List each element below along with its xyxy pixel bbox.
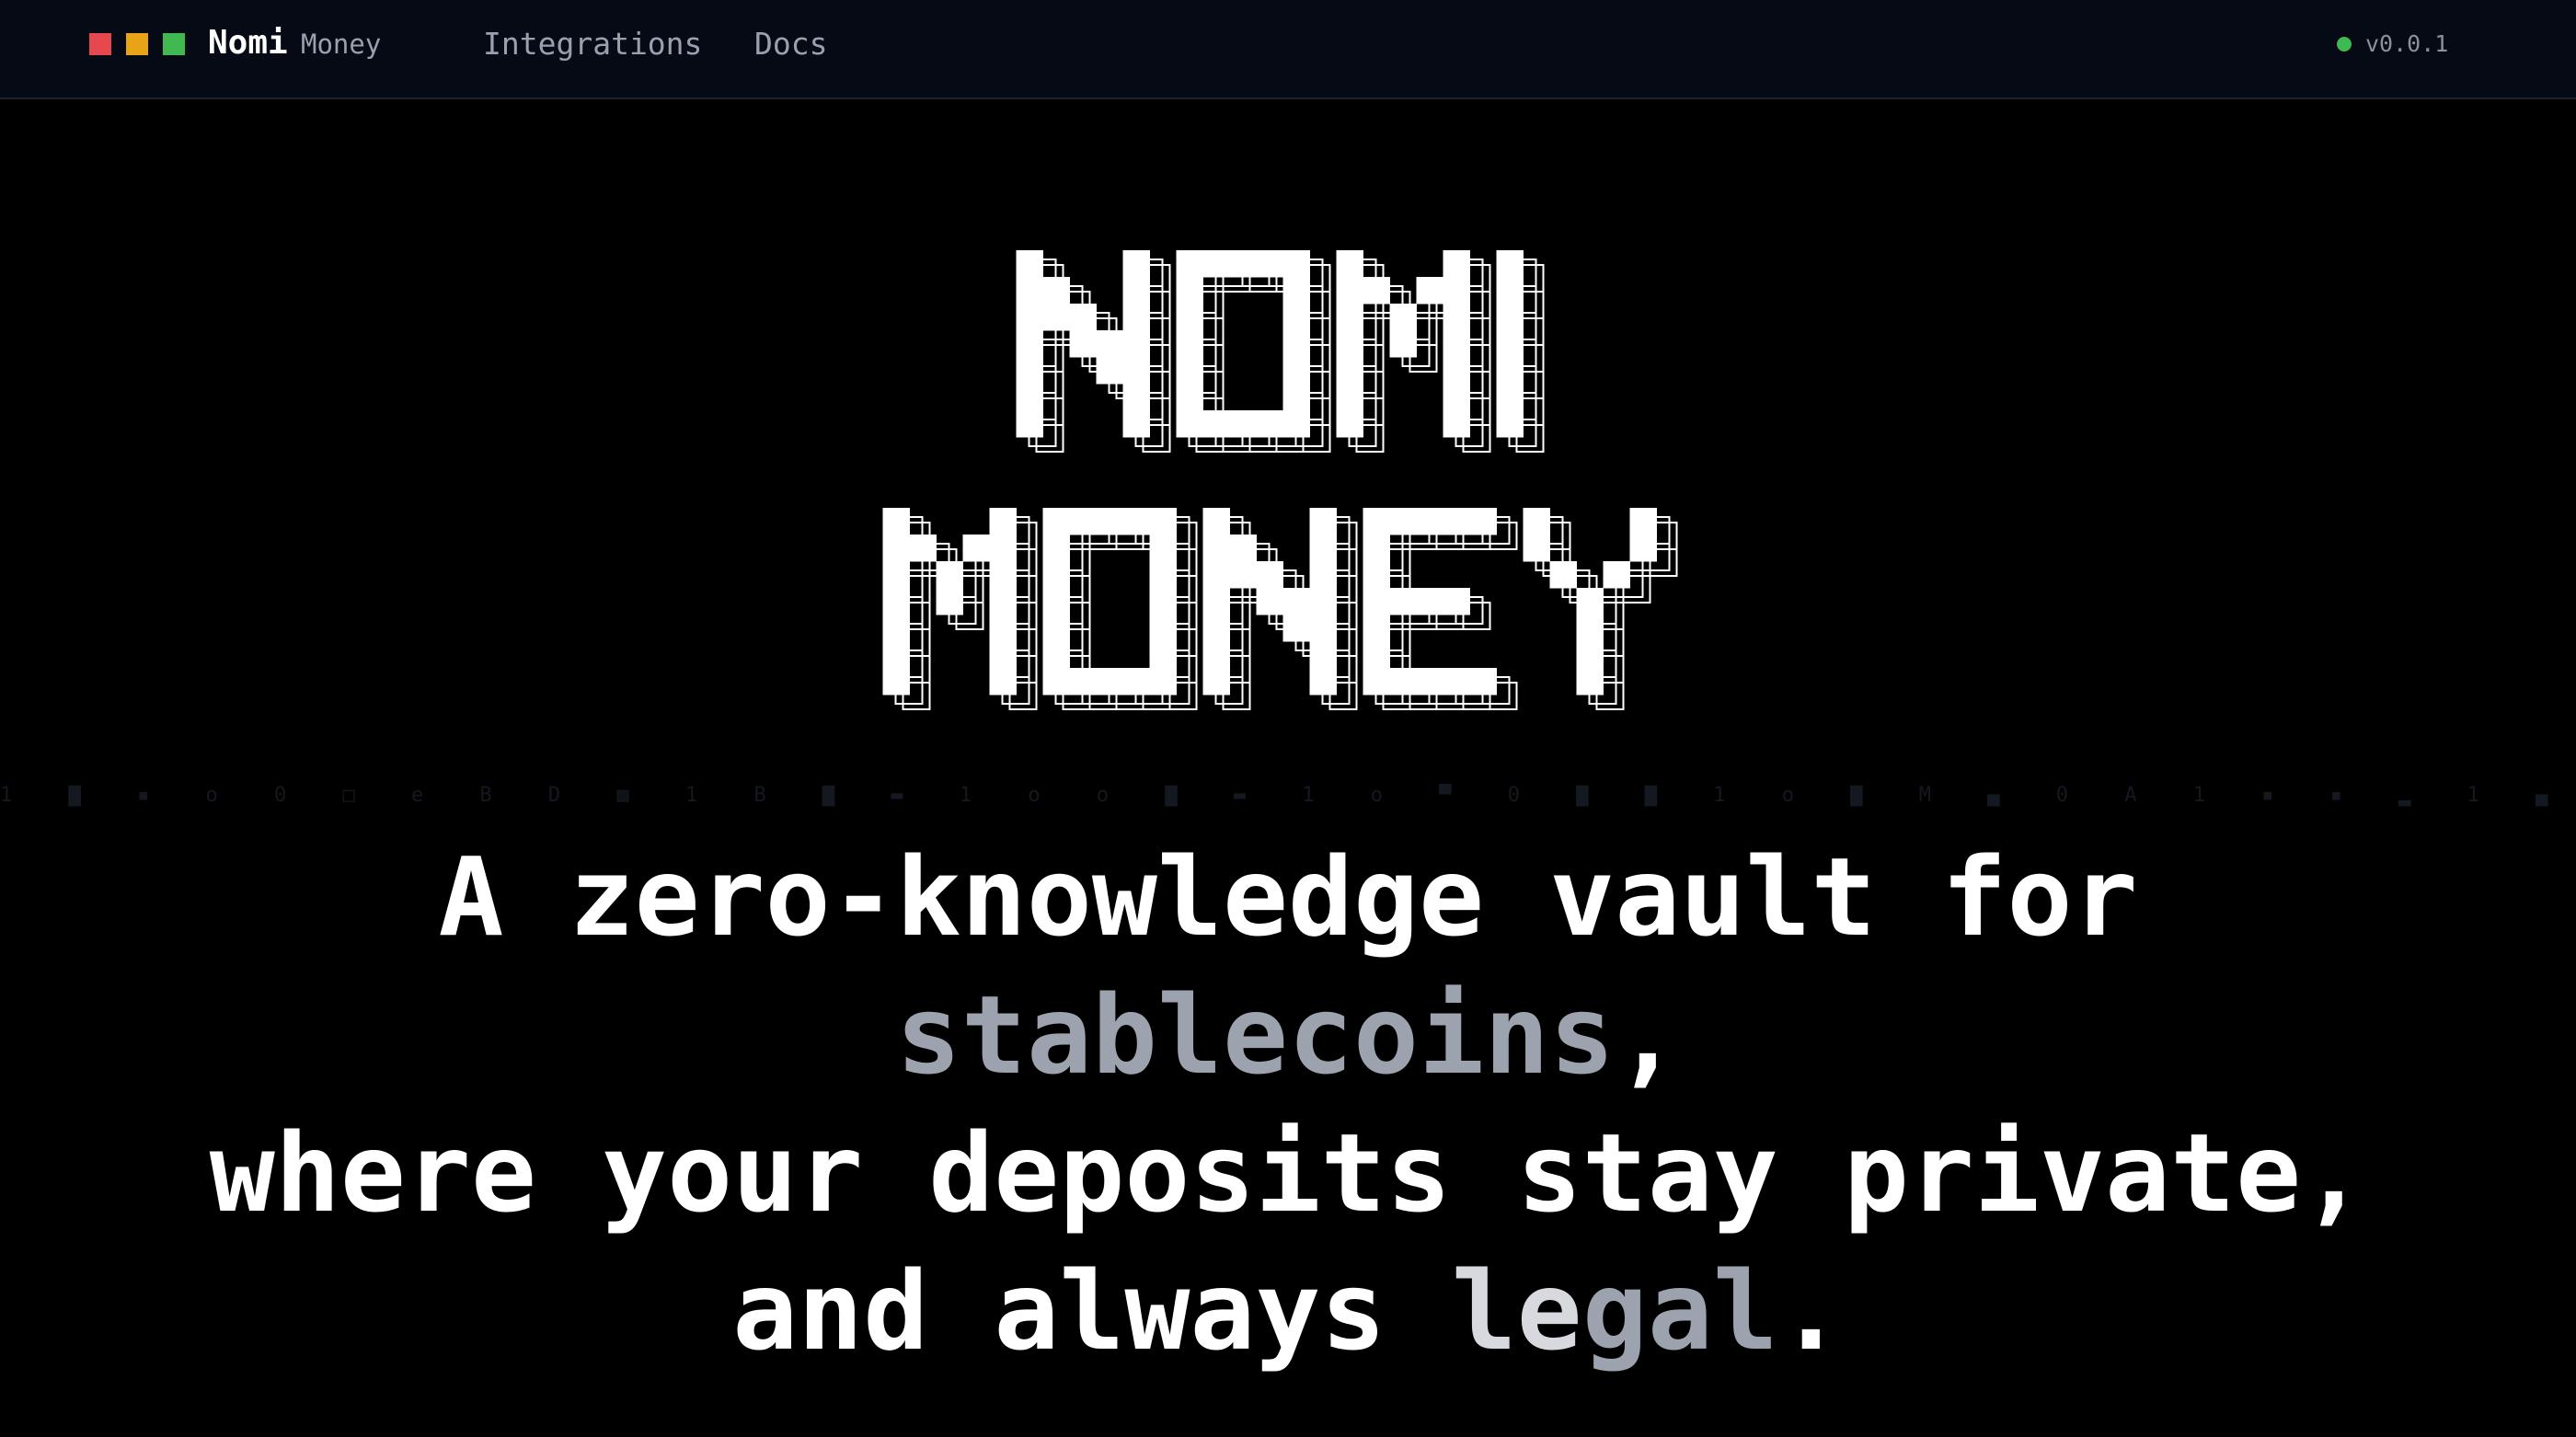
headline-line-2: stablecoins, (0, 966, 2576, 1104)
brand-subtitle[interactable]: Money (301, 26, 381, 63)
yellow-square-icon (126, 33, 148, 55)
logo-letter-i (1496, 250, 1545, 453)
logo-letter-m (882, 508, 1038, 710)
nav-link-docs[interactable]: Docs (754, 24, 827, 64)
glyph-noise-strip: 1 ▇ ▪ o 0 □ e B D ▩ 1 B ▇ ▬ 1 o o ▇ ▬ 1 … (0, 784, 2576, 807)
highlight-le: le (1451, 1247, 1582, 1374)
logo-letter-o (1176, 250, 1331, 453)
logo-letter-m (1336, 250, 1491, 453)
top-nav-bar: Nomi Money Integrations Docs v0.0.1 (0, 0, 2576, 99)
status-dot-icon (2337, 37, 2352, 52)
highlight-gal: gal (1581, 1247, 1778, 1374)
logo-letter-n (1016, 250, 1171, 453)
window-dots (89, 33, 185, 55)
logo-letter-n (1202, 508, 1358, 710)
logo-letter-e (1363, 508, 1518, 710)
headline-and-always: and always (732, 1247, 1452, 1374)
highlight-stablecoins: stablecoins (895, 971, 1616, 1098)
brand-name[interactable]: Nomi (208, 20, 288, 66)
headline-line-4: and always legal. (0, 1242, 2576, 1380)
headline-period: . (1777, 1247, 1844, 1374)
hero-headline: A zero-knowledge vault for stablecoins, … (0, 828, 2576, 1380)
headline-line-3: where your deposits stay private, (209, 1109, 2367, 1236)
version-label: v0.0.1 (2365, 30, 2449, 57)
nomi-money-pixel-logo (882, 250, 1678, 710)
headline-comma: , (1615, 971, 1681, 1098)
nav-link-integrations[interactable]: Integrations (483, 24, 702, 64)
headline-line-1: A zero-knowledge vault for (438, 833, 2138, 960)
logo-letter-y (1523, 508, 1678, 710)
logo-letter-o (1042, 508, 1198, 710)
red-square-icon (89, 33, 111, 55)
green-square-icon (163, 33, 185, 55)
